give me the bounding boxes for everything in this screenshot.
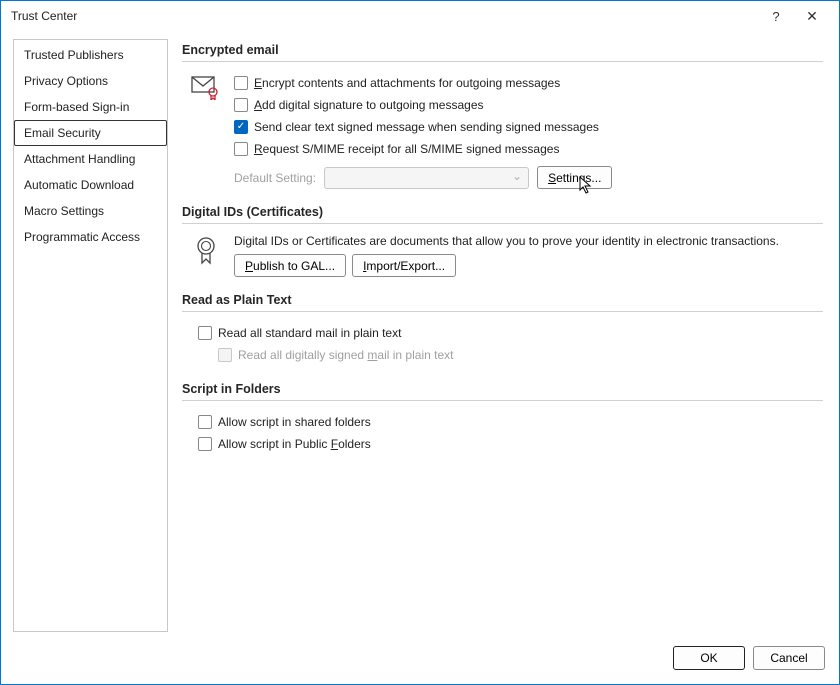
label-read-plain: Read all standard mail in plain text [218,324,401,342]
divider [182,223,823,224]
sidebar-item-programmatic-access[interactable]: Programmatic Access [14,224,167,250]
titlebar: Trust Center ? ✕ [1,1,839,31]
envelope-seal-icon [190,72,222,100]
row-read-signed-plain: Read all digitally signed mail in plain … [198,344,823,366]
checkbox-signature[interactable] [234,98,248,112]
default-setting-row: Default Setting: Settings... [234,166,823,189]
trust-center-dialog: Trust Center ? ✕ Trusted Publishers Priv… [0,0,840,685]
dialog-footer: OK Cancel [1,636,839,684]
dialog-body: Trusted Publishers Privacy Options Form-… [1,31,839,636]
content-panel: Encrypted email Encrypt contents and att… [180,39,827,632]
sidebar-item-trusted-publishers[interactable]: Trusted Publishers [14,42,167,68]
sidebar-item-automatic-download[interactable]: Automatic Download [14,172,167,198]
row-add-signature[interactable]: Add digital signature to outgoing messag… [234,94,823,116]
checkbox-read-plain[interactable] [198,326,212,340]
section-title-script: Script in Folders [182,382,823,396]
ok-button[interactable]: OK [673,646,745,670]
settings-button[interactable]: Settings... [537,166,612,189]
label-signature: Add digital signature to outgoing messag… [254,96,484,114]
row-read-plain[interactable]: Read all standard mail in plain text [198,322,823,344]
label-script-shared: Allow script in shared folders [218,413,371,431]
checkbox-encrypt[interactable] [234,76,248,90]
close-button[interactable]: ✕ [793,5,831,27]
checkbox-clear-text[interactable]: ✓ [234,120,248,134]
section-title-encrypted: Encrypted email [182,43,823,57]
encrypted-body: Encrypt contents and attachments for out… [182,72,823,189]
help-button[interactable]: ? [759,5,793,27]
label-script-public: Allow script in Public Folders [218,435,371,453]
sidebar-item-attachment-handling[interactable]: Attachment Handling [14,146,167,172]
divider [182,311,823,312]
default-setting-combo[interactable] [324,167,529,189]
sidebar-item-macro-settings[interactable]: Macro Settings [14,198,167,224]
row-script-public[interactable]: Allow script in Public Folders [198,433,823,455]
checkbox-read-signed-plain [218,348,232,362]
section-title-plain-text: Read as Plain Text [182,293,823,307]
cancel-button[interactable]: Cancel [753,646,825,670]
label-clear-text: Send clear text signed message when send… [254,118,599,136]
divider [182,400,823,401]
label-receipt: Request S/MIME receipt for all S/MIME si… [254,140,559,158]
section-title-digital-ids: Digital IDs (Certificates) [182,205,823,219]
certificate-icon [190,234,222,266]
row-encrypt-contents[interactable]: Encrypt contents and attachments for out… [234,72,823,94]
import-export-button[interactable]: Import/Export... [352,254,456,277]
checkbox-script-shared[interactable] [198,415,212,429]
checkbox-script-public[interactable] [198,437,212,451]
default-setting-label: Default Setting: [234,171,316,185]
row-clear-text[interactable]: ✓ Send clear text signed message when se… [234,116,823,138]
dialog-title: Trust Center [11,9,759,23]
digital-ids-body: Digital IDs or Certificates are document… [182,234,823,277]
sidebar-item-form-based-sign-in[interactable]: Form-based Sign-in [14,94,167,120]
sidebar-item-email-security[interactable]: Email Security [14,120,167,146]
label-encrypt: Encrypt contents and attachments for out… [254,74,560,92]
digital-ids-description: Digital IDs or Certificates are document… [234,234,823,248]
sidebar: Trusted Publishers Privacy Options Form-… [13,39,168,632]
label-read-signed-plain: Read all digitally signed mail in plain … [238,346,453,364]
checkbox-receipt[interactable] [234,142,248,156]
sidebar-item-privacy-options[interactable]: Privacy Options [14,68,167,94]
publish-to-gal-button[interactable]: Publish to GAL... [234,254,346,277]
divider [182,61,823,62]
row-script-shared[interactable]: Allow script in shared folders [198,411,823,433]
row-receipt[interactable]: Request S/MIME receipt for all S/MIME si… [234,138,823,160]
